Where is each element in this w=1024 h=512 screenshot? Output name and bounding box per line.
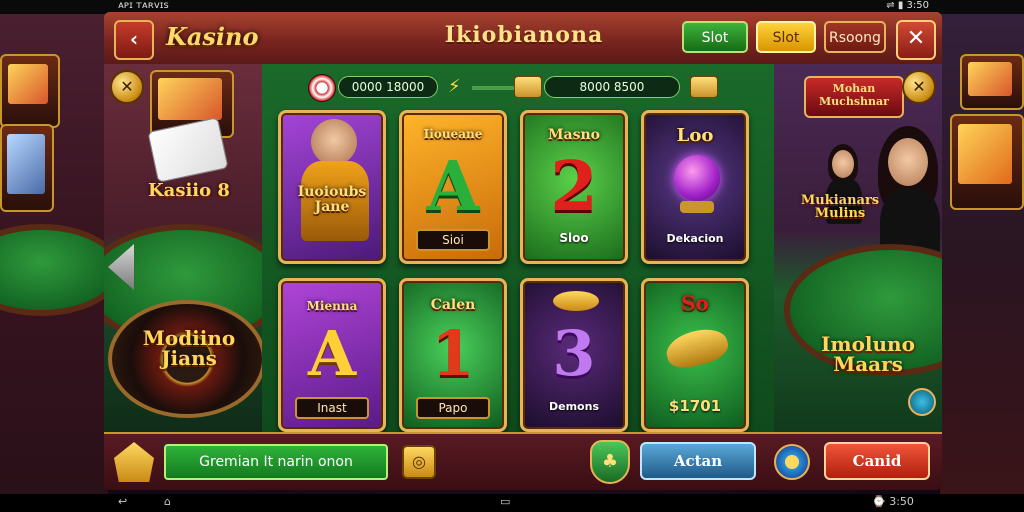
game-tile[interactable]: Mienna A Inast — [278, 278, 386, 432]
left-caption-bottom: Modiino Jians — [142, 326, 236, 370]
tile-label: Sioi — [416, 229, 490, 251]
tile-label: Dekacion — [666, 232, 724, 245]
brand-logo: Kasino — [166, 22, 259, 51]
game-tile[interactable]: Iuoioubs Jane — [278, 110, 386, 264]
game-tile[interactable]: 3 Demons — [520, 278, 628, 432]
balance-left: 0000 18000 — [338, 76, 438, 98]
nav-recents-button[interactable]: ▭ — [500, 495, 510, 508]
slot-machine-decor — [0, 54, 60, 128]
tile-title: Loo — [676, 125, 714, 146]
header-bar: ‹ Kasino Ikiobianona Slot Slot Rsoong ✕ — [104, 12, 942, 66]
gem-icon — [553, 291, 599, 311]
right-caption-top: Mukianars Mulins — [800, 193, 880, 221]
slot-machine-decor — [960, 54, 1024, 110]
region-button[interactable]: Rsoong — [824, 21, 886, 53]
system-nav-bar: ↩ ⌂ ▭ ⌚ 3:50 — [0, 494, 1024, 512]
back-button[interactable]: ‹ — [114, 20, 154, 60]
tile-glyph: 2 — [550, 147, 598, 227]
close-button[interactable]: ✕ — [896, 20, 936, 60]
tile-title: So — [681, 291, 709, 315]
shield-emblem-icon[interactable]: ♣ — [590, 440, 630, 484]
slot-button-green[interactable]: Slot — [682, 21, 748, 53]
tile-glyph: 1 — [431, 317, 475, 390]
ticket-icon — [690, 76, 718, 98]
magic-lamp-icon — [662, 323, 732, 373]
background-left — [0, 14, 122, 494]
game-tile[interactable]: Loo Dekacion — [641, 110, 749, 264]
nav-right-text: ⌚ 3:50 — [872, 495, 914, 508]
footer-bar: Gremian It narin onon ◎ ♣ Actan Canid — [104, 432, 942, 490]
game-tile[interactable]: Iioueane A Sioi — [399, 110, 507, 264]
game-tile[interactable]: Calen 1 Papo — [399, 278, 507, 432]
tile-glyph: A — [426, 147, 480, 227]
left-caption-top: Kasiio 8 — [148, 180, 230, 201]
close-icon: ✕ — [906, 26, 926, 51]
tile-title: Mienna — [306, 299, 358, 313]
game-grid-panel: 0000 18000 ⚡ 8000 8500 Iuoioubs Jane Iio… — [262, 64, 774, 432]
tile-title: Iuoioubs Jane — [297, 184, 367, 216]
game-lobby-window: ‹ Kasino Ikiobianona Slot Slot Rsoong ✕ … — [104, 12, 942, 490]
right-caption-bottom: Imoluno Maars — [821, 332, 915, 376]
poker-chip-icon — [308, 74, 336, 102]
tile-label: Papo — [416, 397, 490, 419]
star-coin-icon[interactable]: ◎ — [402, 445, 436, 479]
home-icon[interactable] — [114, 442, 154, 482]
gear-icon[interactable] — [774, 444, 810, 480]
nav-home-button[interactable]: ⌂ — [164, 495, 171, 508]
tile-label: Inast — [295, 397, 369, 419]
tile-title: Calen — [430, 297, 476, 313]
coin-icon[interactable]: ✕ — [902, 70, 936, 104]
chevron-left-icon: ‹ — [129, 27, 139, 51]
crystal-ball-icon — [674, 155, 720, 201]
slot-button-yellow[interactable]: Slot — [756, 21, 816, 53]
balance-right: 8000 8500 — [544, 76, 680, 98]
game-tile[interactable]: So $1701 — [641, 278, 749, 432]
left-casino-panel: ✕ Kasiio 8 Modiino Jians — [104, 64, 262, 432]
tile-glyph: A — [307, 317, 357, 390]
tile-label: Sloo — [559, 231, 589, 245]
neon-sign: Mohan Muchshnar — [804, 76, 904, 118]
page-title: Ikiobianona — [444, 22, 604, 48]
tile-label: Demons — [549, 400, 599, 413]
background-right — [940, 14, 1024, 494]
balance-bar: 0000 18000 ⚡ 8000 8500 — [302, 74, 732, 102]
lightning-icon: ⚡ — [448, 76, 461, 97]
tile-title: Iioueane — [423, 127, 483, 141]
status-left-text: ᴀᴘɪ ᴛᴀʀᴠɪs — [118, 0, 169, 11]
cancel-button[interactable]: Canid — [824, 442, 930, 480]
ticket-icon — [514, 76, 542, 98]
right-casino-panel: Mohan Muchshnar ✕ Mukianars Mulins Imolu… — [774, 64, 942, 432]
nav-back-button[interactable]: ↩ — [118, 495, 127, 508]
info-icon[interactable] — [908, 388, 936, 416]
tile-title: Masno — [548, 127, 600, 143]
game-tile[interactable]: Masno 2 Sloo — [520, 110, 628, 264]
character-portrait — [311, 119, 357, 165]
slot-machine-decor — [0, 124, 54, 212]
promo-input[interactable]: Gremian It narin onon — [164, 444, 388, 480]
action-button[interactable]: Actan — [640, 442, 756, 480]
tile-glyph: 3 — [552, 317, 596, 390]
status-right-text: ⇌ ▮ 3:50 — [886, 0, 929, 11]
tile-label: $1701 — [668, 397, 722, 415]
coin-icon[interactable]: ✕ — [110, 70, 144, 104]
slot-machine-decor — [950, 114, 1024, 210]
